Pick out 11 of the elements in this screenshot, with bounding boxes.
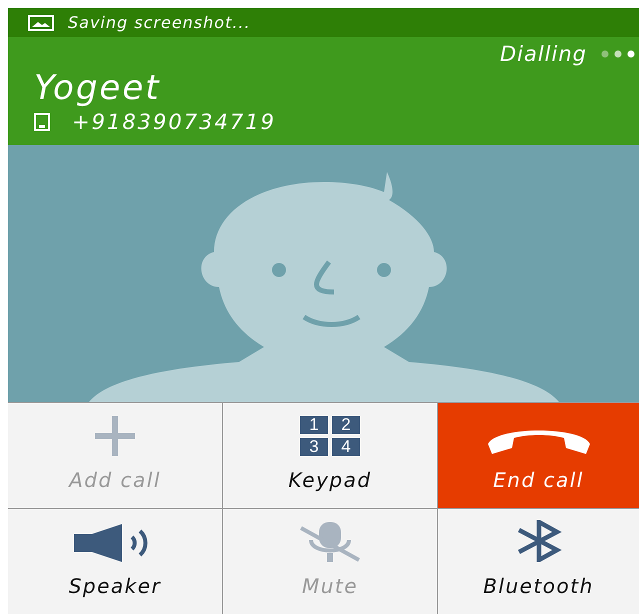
keypad-button[interactable]: 1 2 3 4 Keypad (223, 403, 437, 508)
phone-icon (34, 113, 50, 131)
bluetooth-button[interactable]: Bluetooth (438, 509, 639, 614)
phone-number: +918390734719 (72, 110, 276, 134)
image-icon (28, 14, 54, 30)
caller-name: Yogeet (34, 68, 162, 108)
notification-text: Saving screenshot... (68, 13, 251, 32)
call-status: Dialling (500, 42, 587, 66)
muted-microphone-icon (299, 522, 361, 562)
end-call-button[interactable]: End call (438, 403, 639, 508)
speaker-button[interactable]: Speaker (8, 509, 222, 614)
